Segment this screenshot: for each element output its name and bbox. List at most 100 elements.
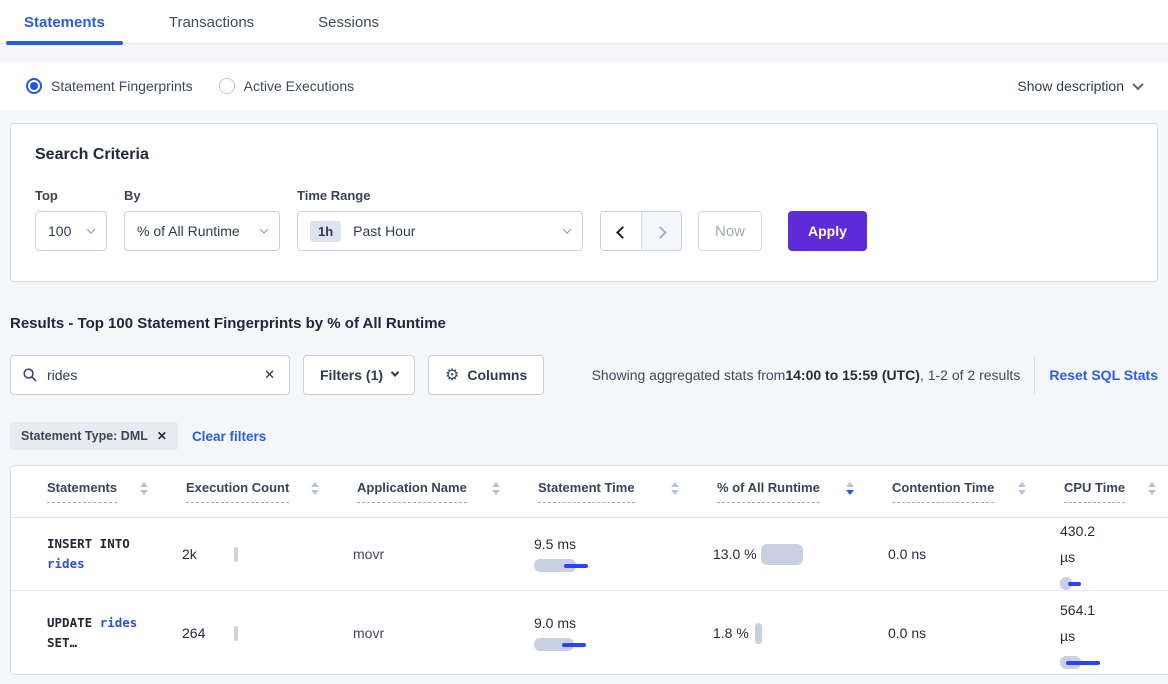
radio-unselected-icon[interactable] bbox=[219, 78, 235, 94]
table-row: UPDATE rides SET… 264 movr 9.0 ms 1.8 % bbox=[11, 591, 1168, 675]
cpu-time-bar bbox=[1060, 655, 1140, 669]
sort-icon[interactable] bbox=[1148, 482, 1156, 495]
time-range-select[interactable]: 1h Past Hour bbox=[297, 211, 583, 251]
column-header-label[interactable]: CPU Time bbox=[1064, 480, 1125, 503]
statement-fingerprint-link[interactable]: rides bbox=[100, 615, 138, 630]
results-controls: ✕ Filters (1) ⚙ Columns Showing aggregat… bbox=[10, 355, 1158, 395]
pct-all-runtime-value: 13.0 % bbox=[713, 546, 761, 562]
radio-statement-fingerprints[interactable]: Statement Fingerprints bbox=[26, 78, 193, 94]
column-header-statements[interactable]: Statements bbox=[47, 480, 176, 503]
application-name-value: movr bbox=[353, 546, 384, 562]
statement-search-box[interactable]: ✕ bbox=[10, 355, 290, 395]
statement-time-value: 9.0 ms bbox=[534, 615, 703, 631]
chevron-down-icon bbox=[563, 225, 571, 233]
search-criteria-form: Top 100 By % of All Runtime Time Range 1… bbox=[35, 188, 1133, 251]
sort-icon[interactable] bbox=[671, 482, 679, 495]
columns-button[interactable]: ⚙ Columns bbox=[428, 355, 544, 395]
remove-filter-icon[interactable]: ✕ bbox=[157, 429, 167, 443]
search-criteria-title: Search Criteria bbox=[35, 146, 1133, 164]
radio-label: Active Executions bbox=[244, 78, 355, 94]
apply-button[interactable]: Apply bbox=[788, 211, 867, 251]
pct-all-runtime-value: 1.8 % bbox=[713, 625, 749, 641]
stats-suffix: , 1-2 of 2 results bbox=[920, 367, 1020, 383]
results-heading: Results - Top 100 Statement Fingerprints… bbox=[10, 315, 1158, 332]
contention-time-value: 0.0 ns bbox=[888, 546, 926, 562]
column-header-label[interactable]: % of All Runtime bbox=[717, 480, 820, 503]
next-time-window-button[interactable] bbox=[641, 212, 681, 251]
execution-count-cell: 264 bbox=[172, 625, 343, 641]
active-filters-row: Statement Type: DML ✕ Clear filters bbox=[10, 422, 1158, 450]
statement-time-value: 9.5 ms bbox=[534, 536, 703, 552]
pct-all-runtime-bar bbox=[755, 623, 762, 644]
statement-time-bar bbox=[534, 558, 614, 572]
sort-icon[interactable] bbox=[492, 482, 500, 495]
column-header-execution-count[interactable]: Execution Count bbox=[176, 480, 347, 503]
cpu-time-cell: 564.1 µs bbox=[1050, 597, 1168, 669]
top-group: Top 100 bbox=[35, 188, 107, 251]
chevron-down-icon bbox=[87, 225, 95, 233]
clear-search-icon[interactable]: ✕ bbox=[262, 365, 277, 385]
show-description-toggle[interactable]: Show description bbox=[1017, 78, 1142, 94]
now-button[interactable]: Now bbox=[698, 211, 762, 251]
time-range-badge: 1h bbox=[310, 221, 341, 242]
column-header-label[interactable]: Statements bbox=[47, 480, 117, 503]
execution-count-value: 264 bbox=[182, 625, 234, 641]
statement-cell: UPDATE rides SET… bbox=[47, 613, 172, 653]
sort-icon[interactable] bbox=[140, 482, 148, 495]
stats-time-window: 14:00 to 15:59 (UTC) bbox=[785, 367, 920, 383]
column-header-cpu-time[interactable]: CPU Time bbox=[1054, 480, 1168, 503]
cpu-time-value: 564.1 µs bbox=[1060, 597, 1108, 649]
statement-text: SET… bbox=[47, 635, 77, 650]
statement-time-bar bbox=[534, 637, 614, 651]
column-header-application-name[interactable]: Application Name bbox=[347, 480, 528, 503]
radio-active-executions[interactable]: Active Executions bbox=[219, 78, 355, 94]
filters-button[interactable]: Filters (1) bbox=[303, 355, 415, 395]
aggregated-stats-text: Showing aggregated stats from 14:00 to 1… bbox=[592, 356, 1158, 394]
clear-filters-link[interactable]: Clear filters bbox=[192, 429, 266, 444]
top-select[interactable]: 100 bbox=[35, 211, 107, 251]
column-header-label[interactable]: Contention Time bbox=[892, 480, 994, 503]
tab-sessions[interactable]: Sessions bbox=[300, 14, 397, 43]
column-header-contention-time[interactable]: Contention Time bbox=[882, 480, 1054, 503]
radio-label: Statement Fingerprints bbox=[51, 78, 193, 94]
time-range-value: Past Hour bbox=[353, 223, 554, 239]
column-header-label[interactable]: Execution Count bbox=[186, 480, 289, 503]
top-label: Top bbox=[35, 188, 107, 203]
sort-icon[interactable] bbox=[311, 482, 319, 495]
search-criteria-card: Search Criteria Top 100 By % of All Runt… bbox=[10, 123, 1158, 282]
application-name-cell: movr bbox=[343, 625, 524, 641]
by-select[interactable]: % of All Runtime bbox=[124, 211, 280, 251]
columns-label: Columns bbox=[467, 367, 527, 383]
column-header-label[interactable]: Application Name bbox=[357, 480, 467, 503]
chevron-left-icon bbox=[616, 226, 629, 239]
statement-text: UPDATE bbox=[47, 615, 100, 630]
contention-time-cell: 0.0 ns bbox=[878, 625, 1050, 641]
sql-activity-tabbar: Statements Transactions Sessions bbox=[0, 0, 1168, 44]
contention-time-cell: 0.0 ns bbox=[878, 546, 1050, 562]
cpu-time-cell: 430.2 µs bbox=[1050, 518, 1168, 590]
statement-time-cell: 9.5 ms bbox=[524, 536, 703, 572]
tab-transactions[interactable]: Transactions bbox=[151, 14, 272, 43]
filter-pill-statement-type[interactable]: Statement Type: DML ✕ bbox=[10, 422, 178, 450]
column-header-statement-time[interactable]: Statement Time bbox=[528, 480, 707, 503]
cpu-time-value: 430.2 µs bbox=[1060, 518, 1108, 570]
application-name-cell: movr bbox=[343, 546, 524, 562]
chevron-right-icon bbox=[654, 226, 667, 239]
reset-sql-stats-link[interactable]: Reset SQL Stats bbox=[1049, 367, 1158, 383]
stats-prefix: Showing aggregated stats from bbox=[592, 367, 786, 383]
tab-statements[interactable]: Statements bbox=[6, 14, 123, 43]
sort-icon-active-desc[interactable] bbox=[846, 482, 854, 495]
statement-fingerprint-link[interactable]: rides bbox=[47, 556, 85, 571]
pct-all-runtime-cell: 1.8 % bbox=[703, 623, 878, 644]
search-input[interactable] bbox=[47, 367, 262, 383]
column-header-pct-all-runtime[interactable]: % of All Runtime bbox=[707, 480, 882, 503]
column-header-label[interactable]: Statement Time bbox=[538, 480, 635, 503]
by-group: By % of All Runtime bbox=[124, 188, 280, 251]
time-window-arrows bbox=[600, 211, 682, 251]
radio-selected-icon[interactable] bbox=[26, 78, 42, 94]
statement-time-cell: 9.0 ms bbox=[524, 615, 703, 651]
sort-icon[interactable] bbox=[1018, 482, 1026, 495]
results-table: Statements Execution Count Application N… bbox=[10, 465, 1168, 675]
statement-text: INSERT INTO bbox=[47, 536, 130, 551]
previous-time-window-button[interactable] bbox=[601, 212, 641, 251]
